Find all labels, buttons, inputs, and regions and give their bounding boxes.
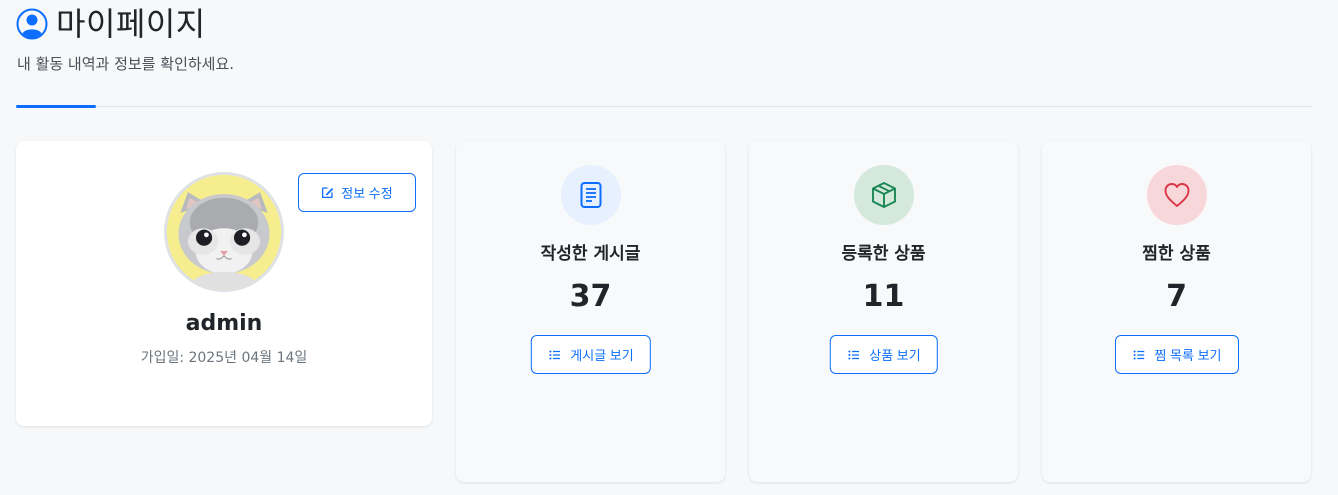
view-posts-button[interactable]: 게시글 보기	[530, 335, 651, 374]
stat-card-products: 등록한 상품 11 상품 보기	[749, 141, 1018, 482]
list-icon	[548, 349, 560, 360]
header-divider-accent	[16, 105, 96, 108]
view-products-button[interactable]: 상품 보기	[829, 335, 938, 374]
join-date: 가입일: 2025년 04월 14일	[140, 350, 308, 366]
page-header: 마이페이지	[16, 6, 206, 42]
view-wishlist-label: 찜 목록 보기	[1154, 348, 1222, 363]
heart-icon	[1164, 183, 1189, 207]
edit-profile-label: 정보 수정	[341, 186, 393, 201]
view-posts-label: 게시글 보기	[570, 348, 634, 363]
username: admin	[185, 311, 263, 336]
stat-icon-circle	[1146, 165, 1207, 225]
stat-title: 등록한 상품	[841, 244, 926, 264]
view-wishlist-button[interactable]: 찜 목록 보기	[1114, 335, 1239, 374]
kitten-avatar-image	[167, 175, 281, 289]
stat-icon-circle	[853, 165, 914, 225]
view-products-label: 상품 보기	[869, 348, 921, 363]
list-icon	[1133, 349, 1144, 360]
document-icon	[580, 182, 601, 208]
list-icon	[847, 349, 859, 360]
stat-value: 7	[1166, 279, 1187, 314]
stat-title: 작성한 게시글	[540, 244, 641, 264]
stat-card-wishlist: 찜한 상품 7 찜 목록 보기	[1042, 141, 1311, 482]
stat-icon-circle	[560, 165, 621, 225]
stat-card-posts: 작성한 게시글 37 게시글 보기	[456, 141, 725, 482]
stat-title: 찜한 상품	[1142, 244, 1211, 264]
user-circle-icon	[16, 8, 48, 40]
profile-card: 정보 수정 admin 가입일: 2025년 04월 14일	[16, 141, 432, 426]
box-icon	[871, 182, 896, 208]
mypage: 마이페이지 내 활동 내역과 정보를 확인하세요. 정보 수정 admin 가입…	[0, 0, 1338, 495]
page-subtitle: 내 활동 내역과 정보를 확인하세요.	[17, 55, 235, 73]
edit-icon	[322, 187, 334, 199]
page-title: 마이페이지	[56, 5, 206, 43]
stat-value: 11	[862, 279, 905, 314]
header-divider	[16, 106, 1312, 107]
edit-profile-button[interactable]: 정보 수정	[298, 173, 416, 212]
stat-value: 37	[569, 279, 612, 314]
avatar	[164, 172, 284, 292]
